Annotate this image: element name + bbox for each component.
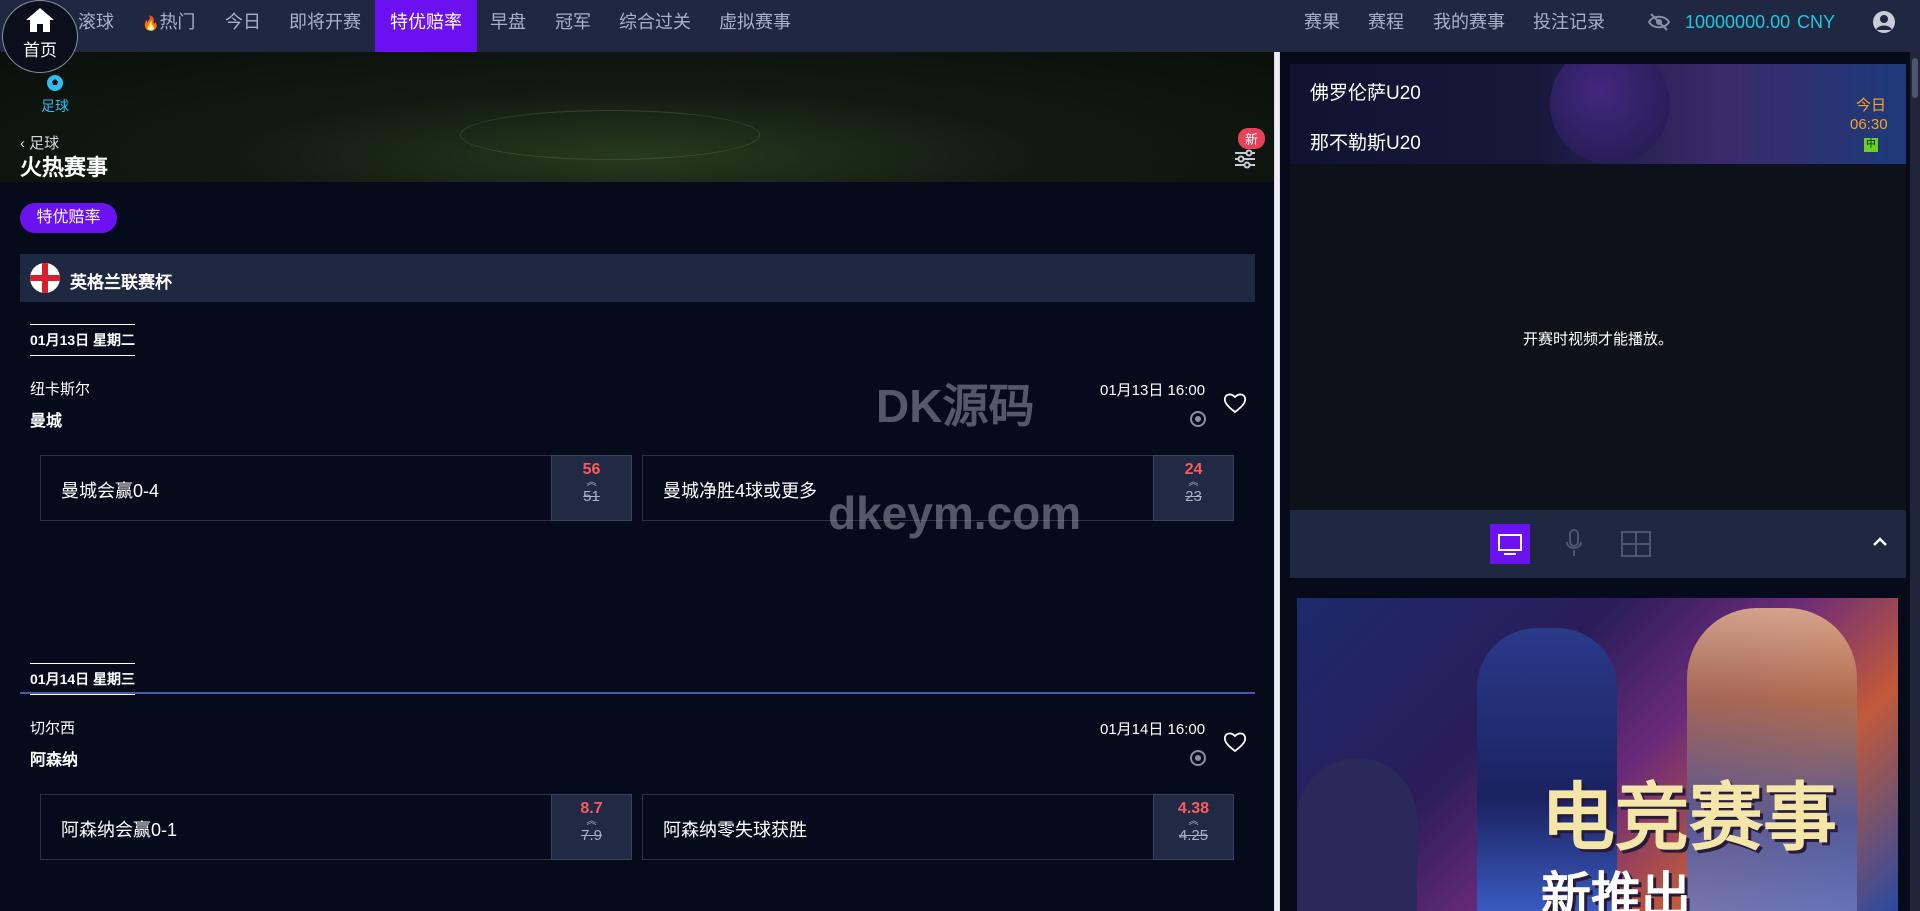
bet-option[interactable]: 阿森纳零失球获胜 4.38 ︽ 4.25 — [642, 794, 1234, 860]
sport-banner: 足球 ‹ 足球 火热赛事 新 — [0, 52, 1274, 182]
fire-icon: 🔥 — [142, 15, 160, 31]
heart-icon[interactable] — [1223, 392, 1247, 414]
esports-promo-banner[interactable]: 电竞赛事 新推出 — [1297, 598, 1898, 911]
home-icon — [26, 8, 54, 32]
wallet-currency: CNY — [1797, 12, 1836, 32]
live-day: 今日 — [1856, 97, 1887, 114]
nav-my-matches[interactable]: 我的赛事 — [1433, 0, 1505, 44]
away-team: 曼城 — [30, 413, 63, 430]
nav-inplay[interactable]: 滚球 — [78, 0, 114, 52]
live-team-home: 佛罗伦萨U20 — [1310, 83, 1421, 104]
bet-label: 曼城净胜4球或更多 — [663, 481, 818, 501]
match-time: 01月14日 16:00 — [1100, 721, 1206, 738]
home-button[interactable]: 首页 — [2, 0, 78, 73]
nav-parlay[interactable]: 综合过关 — [619, 0, 691, 52]
neutral-badge: 中 — [1864, 138, 1878, 152]
tv-icon — [1498, 534, 1522, 555]
nav-hot-label: 热门 — [159, 12, 196, 32]
match-time: 01月13日 16:00 — [1100, 382, 1206, 399]
promo-title: 电竞赛事 — [1541, 775, 1837, 861]
away-team: 阿森纳 — [30, 752, 79, 769]
home-team: 纽卡斯尔 — [30, 381, 91, 398]
old-odds-value: 4.25 — [1178, 827, 1209, 844]
live-time: 06:30 — [1850, 116, 1888, 133]
boost-arrow-icon: ︽ — [1188, 816, 1199, 827]
bet-option[interactable]: 阿森纳会赢0-1 8.7 ︽ 7.9 — [40, 794, 632, 860]
old-odds-value: 23 — [1185, 488, 1202, 505]
match-divider — [20, 692, 1255, 694]
nav-special-odds[interactable]: 特优赔率 — [375, 0, 477, 52]
top-nav: 首页 滚球 🔥热门 今日 即将开赛 特优赔率 早盘 冠军 综合过关 虚拟赛事 赛… — [0, 0, 1920, 73]
eye-off-icon[interactable] — [1648, 13, 1670, 31]
nav-early[interactable]: 早盘 — [490, 0, 526, 52]
bet-label: 阿森纳零失球获胜 — [663, 820, 807, 840]
england-flag-icon — [30, 263, 60, 293]
chevron-up-icon[interactable] — [1870, 532, 1890, 552]
right-scrollbar[interactable] — [1910, 52, 1920, 911]
nav-bet-history[interactable]: 投注记录 — [1533, 0, 1605, 44]
field-graphic — [460, 110, 760, 160]
stats-icon[interactable] — [1190, 750, 1206, 766]
match-date: 01月13日 星期二 — [30, 324, 136, 356]
nav-outright[interactable]: 冠军 — [555, 0, 591, 52]
ball-graphic — [1550, 64, 1670, 164]
heart-icon[interactable] — [1223, 731, 1247, 753]
tv-button[interactable] — [1490, 524, 1530, 564]
bet-label: 阿森纳会赢0-1 — [61, 820, 178, 840]
league-name: 英格兰联赛杯 — [70, 273, 172, 292]
football-icon — [47, 75, 63, 91]
main-panel: 足球 ‹ 足球 火热赛事 新 特优赔率 英格兰联赛杯 01月13日 星期二 纽卡… — [0, 52, 1274, 911]
promo-subtitle: 新推出 — [1541, 867, 1691, 911]
boost-arrow-icon: ︽ — [586, 816, 597, 827]
odds-box[interactable]: 8.7 ︽ 7.9 — [551, 794, 632, 860]
live-team-away: 那不勒斯U20 — [1310, 133, 1421, 154]
live-panel: 佛罗伦萨U20 那不勒斯U20 今日 06:30 中 开赛时视频才能播放。 电竞… — [1280, 52, 1920, 911]
nav-virtual[interactable]: 虚拟赛事 — [719, 0, 791, 52]
nav-today[interactable]: 今日 — [225, 0, 261, 52]
old-odds-value: 51 — [583, 488, 600, 505]
microphone-icon[interactable] — [1564, 528, 1584, 560]
video-message: 开赛时视频才能播放。 — [1522, 331, 1673, 348]
wallet-balance: 10000000.00 — [1685, 12, 1791, 32]
home-team: 切尔西 — [30, 720, 76, 737]
odds-box[interactable]: 56 ︽ 51 — [551, 455, 632, 521]
nav-upcoming[interactable]: 即将开赛 — [289, 0, 361, 52]
field-view-icon[interactable] — [1620, 528, 1652, 560]
boost-arrow-icon: ︽ — [586, 477, 597, 488]
league-header[interactable]: 英格兰联赛杯 — [20, 254, 1255, 302]
match-date: 01月14日 星期三 — [30, 663, 136, 695]
boost-arrow-icon: ︽ — [1188, 477, 1199, 488]
filter-sliders-icon[interactable] — [1232, 146, 1258, 172]
old-odds-value: 7.9 — [581, 827, 602, 844]
nav-hot[interactable]: 🔥热门 — [142, 0, 195, 52]
page-title: 火热赛事 — [20, 155, 109, 180]
sport-tab-football[interactable]: 足球 — [36, 68, 74, 116]
odds-box[interactable]: 24 ︽ 23 — [1153, 455, 1234, 521]
sport-tab-label: 足球 — [41, 98, 69, 114]
nav-results[interactable]: 赛果 — [1304, 0, 1340, 44]
stats-icon[interactable] — [1190, 411, 1206, 427]
watermark-url: dkeym.com — [828, 487, 1082, 539]
user-avatar-icon[interactable] — [1872, 10, 1896, 34]
watermark-text: DK源码 — [876, 380, 1035, 432]
special-odds-pill[interactable]: 特优赔率 — [20, 203, 117, 233]
promo-character — [1297, 758, 1417, 911]
bet-option[interactable]: 曼城会赢0-4 56 ︽ 51 — [40, 455, 632, 521]
media-controls — [1290, 510, 1906, 578]
bet-label: 曼城会赢0-4 — [61, 481, 160, 501]
nav-schedule[interactable]: 赛程 — [1368, 0, 1404, 44]
live-match-card[interactable]: 佛罗伦萨U20 那不勒斯U20 今日 06:30 中 — [1290, 64, 1906, 164]
home-label: 首页 — [23, 41, 57, 60]
video-player[interactable]: 开赛时视频才能播放。 — [1290, 164, 1906, 510]
odds-box[interactable]: 4.38 ︽ 4.25 — [1153, 794, 1234, 860]
scrollbar-thumb[interactable] — [1912, 58, 1918, 98]
